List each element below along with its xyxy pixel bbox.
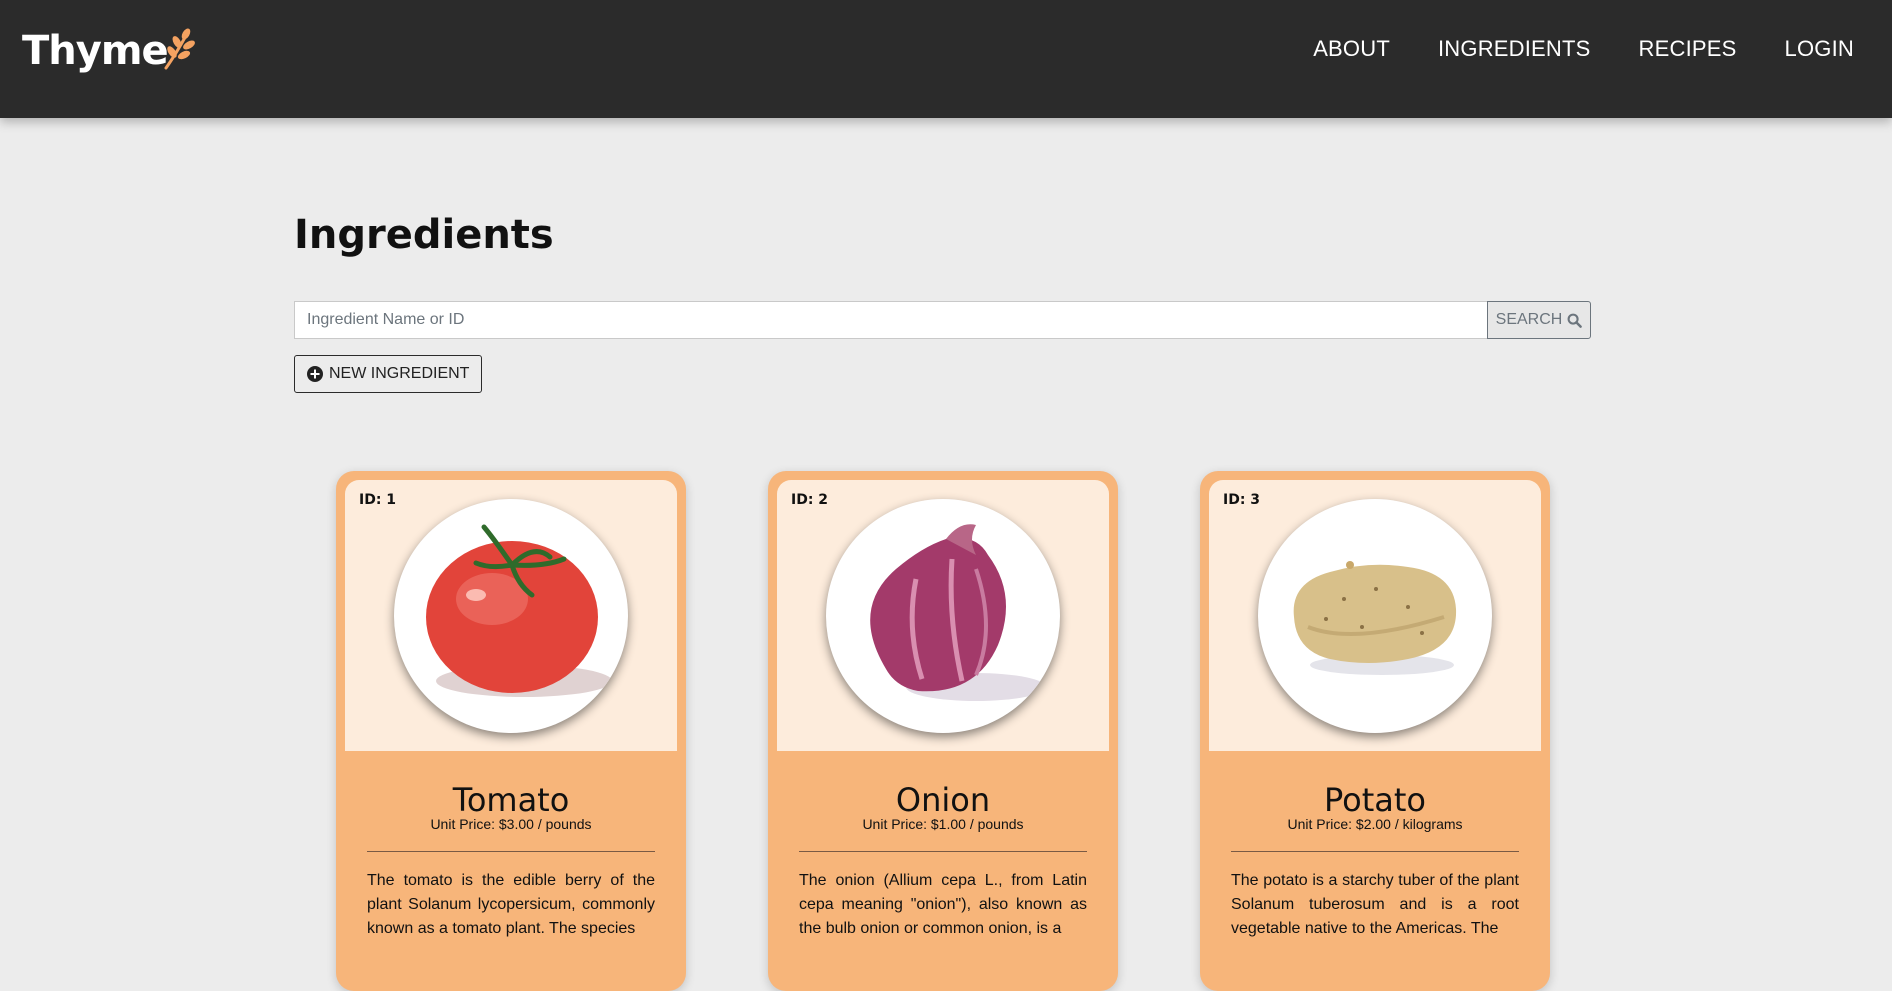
- nav-login[interactable]: LOGIN: [1785, 36, 1854, 62]
- card-divider: [367, 851, 655, 852]
- card-id: ID: 1: [359, 492, 397, 508]
- card-image-panel: ID: 3: [1209, 480, 1541, 751]
- search-button[interactable]: SEARCH: [1487, 301, 1591, 339]
- card-unit-price: Unit Price: $3.00 / pounds: [430, 816, 592, 832]
- wheat-sprig-icon: [164, 28, 195, 70]
- main-nav: ABOUT INGREDIENTS RECIPES LOGIN: [1313, 36, 1854, 62]
- brand-logo[interactable]: Thyme: [22, 28, 196, 74]
- search-input[interactable]: [294, 301, 1487, 339]
- card-id: ID: 2: [791, 492, 829, 508]
- card-image-panel: ID: 1: [345, 480, 677, 751]
- card-id: ID: 3: [1223, 492, 1261, 508]
- card-description: The tomato is the edible berry of the pl…: [367, 872, 655, 937]
- card-image-panel: ID: 2: [777, 480, 1109, 751]
- nav-ingredients[interactable]: INGREDIENTS: [1438, 36, 1591, 62]
- ingredient-card[interactable]: ID: 2 Onion Unit Price: $1.00 / pounds T…: [768, 471, 1118, 991]
- card-description: The onion (Allium cepa L., from Latin ce…: [799, 872, 1087, 937]
- card-name: Potato: [1323, 781, 1426, 819]
- search-button-label: SEARCH: [1495, 311, 1563, 328]
- potato-image: [1258, 499, 1492, 733]
- onion-image: [826, 499, 1060, 733]
- card-divider: [799, 851, 1087, 852]
- card-name: Onion: [895, 781, 991, 819]
- search-bar: SEARCH: [294, 301, 1591, 339]
- top-navbar: Thyme ABOUT INGREDIENTS RECIPES LOGIN: [0, 0, 1892, 118]
- page-title: Ingredients: [294, 212, 554, 258]
- card-description: The potato is a starchy tuber of the pla…: [1231, 872, 1519, 937]
- card-unit-price: Unit Price: $2.00 / kilograms: [1287, 816, 1463, 832]
- card-name: Tomato: [452, 781, 570, 819]
- card-unit-price: Unit Price: $1.00 / pounds: [862, 816, 1024, 832]
- brand-name: Thyme: [22, 28, 169, 74]
- search-icon: [1567, 313, 1583, 328]
- ingredient-card[interactable]: ID: 3 Potato Unit Price: $2.00 / kilogra…: [1200, 471, 1550, 991]
- ingredient-card[interactable]: ID: 1 Tomato Unit Price: $3.00 / pounds …: [336, 471, 686, 991]
- tomato-image: [394, 499, 628, 733]
- nav-about[interactable]: ABOUT: [1313, 36, 1390, 62]
- new-ingredient-label: NEW INGREDIENT: [329, 365, 470, 382]
- card-divider: [1231, 851, 1519, 852]
- plus-circle-icon: [307, 366, 323, 382]
- new-ingredient-button[interactable]: NEW INGREDIENT: [294, 355, 483, 393]
- nav-recipes[interactable]: RECIPES: [1639, 36, 1737, 62]
